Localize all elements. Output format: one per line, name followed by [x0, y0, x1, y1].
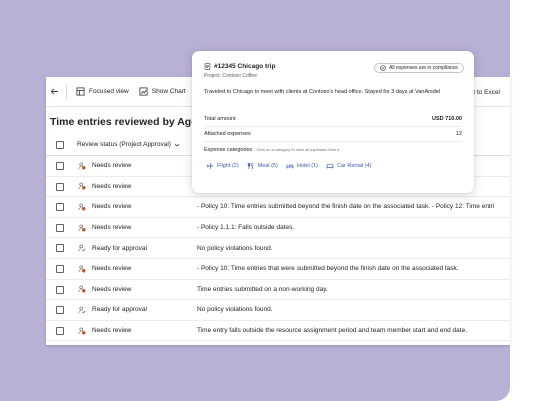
needs-review-icon: [78, 203, 86, 211]
export-label: t to Excel: [473, 88, 500, 96]
category-hotel[interactable]: Hotel (1): [286, 162, 318, 170]
status-label: Needs review: [92, 224, 132, 232]
back-button[interactable]: [46, 77, 62, 107]
compliance-badge-label: All expenses are in compliance: [389, 65, 458, 71]
status-cell: Ready for approval: [78, 238, 147, 258]
row-checkbox[interactable]: [56, 223, 64, 232]
review-status-header-label: Review status (Project Approval): [77, 141, 171, 148]
policy-description: - Policy 10: Time entries submitted beyo…: [197, 203, 495, 211]
expense-report-card: #12345 Chicago trip Project: Contoso Cof…: [192, 51, 474, 193]
page-title: Time entries reviewed by Agent: [50, 116, 207, 128]
needs-review-icon: [78, 265, 86, 273]
trip-title-label: #12345 Chicago trip: [214, 63, 276, 70]
needs-review-icon: [78, 224, 86, 232]
chevron-down-icon: [174, 143, 180, 147]
expense-categories-hint: Click on a category to view all expenses…: [256, 147, 340, 152]
attached-expenses-row: Attached expenses 12: [204, 129, 462, 138]
row-checkbox[interactable]: [56, 244, 64, 253]
total-amount-label: Total amount: [204, 115, 236, 122]
policy-description: - Policy 10: Time entries that were subm…: [197, 265, 459, 273]
attached-expenses-value: 12: [455, 130, 462, 137]
show-chart-label: Show Chart: [151, 88, 186, 95]
divider: [204, 126, 462, 127]
status-cell: Ready for approval: [78, 300, 147, 320]
divider: [204, 141, 462, 142]
status-cell: Needs review: [78, 197, 131, 217]
row-checkbox[interactable]: [56, 306, 64, 315]
category-label: Flight (2): [217, 163, 239, 169]
status-label: Needs review: [92, 162, 132, 170]
project-name: Project: Contoso Coffee: [204, 73, 257, 79]
category-flight[interactable]: Flight (2): [206, 162, 239, 170]
table-row[interactable]: Needs review - Policy 10: Time entries t…: [46, 259, 510, 280]
status-label: Needs review: [92, 182, 132, 190]
focused-view-label: Focused view: [89, 88, 129, 95]
policy-description: No policy violations found.: [197, 244, 273, 252]
focused-view-button[interactable]: Focused view: [71, 77, 134, 107]
status-cell: Needs review: [78, 218, 131, 238]
table-row[interactable]: Needs review Time entry falls outside th…: [46, 321, 510, 342]
status-label: Needs review: [92, 327, 132, 335]
select-all-checkbox[interactable]: [56, 141, 64, 149]
status-label: Ready for approval: [92, 306, 147, 314]
car-icon: [326, 163, 334, 169]
status-cell: Needs review: [78, 321, 131, 341]
table-row[interactable]: Needs review - Policy 1.1.1: Falls outsi…: [46, 218, 510, 239]
category-meal[interactable]: Meal (5): [247, 162, 278, 170]
status-label: Needs review: [92, 265, 132, 273]
row-checkbox[interactable]: [56, 264, 64, 273]
checkmark-circle-icon: [380, 65, 386, 71]
show-chart-button[interactable]: Show Chart: [134, 77, 191, 107]
category-label: Car Rental (4): [336, 163, 372, 169]
table-row[interactable]: Ready for approval No policy violations …: [46, 238, 510, 259]
status-cell: Needs review: [78, 280, 131, 300]
chart-icon: [139, 87, 148, 96]
review-status-column-header[interactable]: Review status (Project Approval): [77, 134, 180, 155]
status-label: Needs review: [92, 285, 132, 293]
category-car-rental[interactable]: Car Rental (4): [326, 162, 372, 170]
arrow-left-icon: [50, 88, 58, 95]
category-label: Meal (5): [257, 163, 278, 169]
ready-for-approval-icon: [78, 244, 86, 252]
expense-categories-title: Expense categories: [204, 147, 253, 153]
needs-review-icon: [78, 183, 86, 190]
compliance-badge: All expenses are in compliance: [374, 63, 464, 73]
attached-expenses-label: Attached expenses: [204, 130, 251, 137]
row-checkbox[interactable]: [56, 182, 64, 191]
row-checkbox[interactable]: [56, 203, 64, 212]
total-amount-value: USD 710.00: [432, 115, 462, 122]
expense-categories-heading: Expense categories Click on a category t…: [204, 147, 339, 153]
export-to-excel-button[interactable]: t to Excel: [473, 77, 500, 107]
expense-category-chips: Flight (2) Meal (5) Hotel (1) Car Rental…: [206, 162, 372, 170]
row-checkbox[interactable]: [56, 326, 64, 335]
needs-review-icon: [78, 327, 86, 335]
food-icon: [247, 162, 253, 169]
needs-review-icon: [78, 285, 86, 293]
needs-review-icon: [78, 162, 86, 170]
table-row[interactable]: Needs review - Policy 10: Time entries s…: [46, 197, 510, 218]
status-label: Ready for approval: [92, 244, 147, 252]
policy-description: Time entry falls outside the resource as…: [197, 327, 468, 335]
airplane-icon: [206, 163, 214, 169]
trip-title: #12345 Chicago trip: [204, 63, 275, 70]
status-cell: Needs review: [78, 177, 131, 197]
category-label: Hotel (1): [296, 163, 318, 169]
policy-description: No policy violations found.: [197, 306, 273, 314]
receipt-icon: [204, 63, 211, 70]
toolbar-divider: [66, 84, 67, 99]
table-row[interactable]: Needs review Time entries submitted on a…: [46, 280, 510, 301]
policy-description: - Policy 1.1.1: Falls outside dates.: [197, 224, 295, 232]
row-checkbox[interactable]: [56, 162, 64, 170]
status-label: Needs review: [92, 203, 132, 211]
status-cell: Needs review: [78, 259, 131, 279]
table-row[interactable]: Ready for approval No policy violations …: [46, 300, 510, 321]
policy-description: Time entries submitted on a non-working …: [197, 285, 328, 293]
status-cell: Needs review: [78, 156, 131, 176]
total-amount-row: Total amount USD 710.00: [204, 114, 462, 123]
bed-icon: [286, 164, 294, 169]
trip-description: Traveled to Chicago to meet with clients…: [204, 89, 441, 95]
ready-for-approval-icon: [78, 306, 86, 314]
row-checkbox[interactable]: [56, 285, 64, 294]
focused-view-icon: [76, 87, 85, 96]
